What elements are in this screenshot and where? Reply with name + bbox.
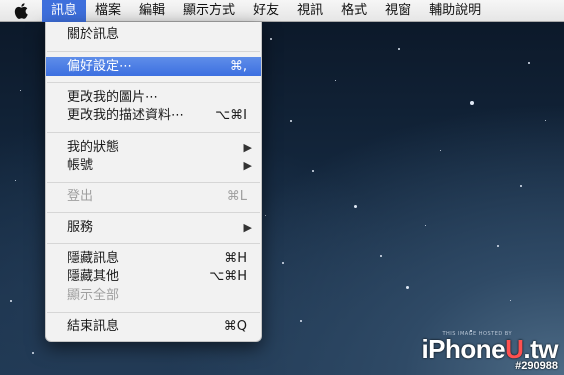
shortcut-label: ⌘H: [224, 251, 247, 266]
menu-item-label: 隱藏訊息: [67, 251, 120, 266]
menu-item-label: 偏好設定⋯: [67, 59, 133, 74]
menu-video[interactable]: 視訊: [288, 0, 332, 22]
menu-buddies[interactable]: 好友: [244, 0, 288, 22]
menu-item-label: 服務: [67, 220, 94, 235]
shortcut-label: ⌘,: [229, 59, 247, 74]
menu-item-quit[interactable]: 結束訊息 ⌘Q: [46, 317, 261, 336]
shortcut-label: ⌥⌘H: [209, 269, 247, 284]
menu-item-label: 更改我的描述資料⋯: [67, 108, 185, 123]
menu-file[interactable]: 檔案: [86, 0, 130, 22]
menu-item-label: 登出: [67, 189, 94, 204]
menu-item-label: 關於訊息: [67, 27, 120, 42]
shortcut-label: ⌘L: [226, 189, 247, 204]
submenu-arrow-icon: ▶: [243, 141, 252, 154]
menu-separator: [47, 243, 260, 244]
menu-view[interactable]: 顯示方式: [174, 0, 244, 22]
shortcut-label: ⌘Q: [223, 319, 247, 334]
menu-separator: [47, 82, 260, 83]
menu-separator: [47, 182, 260, 183]
menu-separator: [47, 212, 260, 213]
menu-item-show-all[interactable]: 顯示全部: [46, 286, 261, 305]
menu-window[interactable]: 視窗: [376, 0, 420, 22]
menu-item-label: 帳號: [67, 158, 94, 173]
menu-item-my-status[interactable]: 我的狀態 ▶: [46, 138, 261, 157]
menu-format[interactable]: 格式: [332, 0, 376, 22]
watermark-logo: iPhoneU.tw: [421, 334, 558, 364]
watermark: THIS IMAGE HOSTED BY iPhoneU.tw #290988: [421, 331, 558, 372]
watermark-logo-pre: iPhone: [421, 334, 506, 364]
menu-item-hide[interactable]: 隱藏訊息 ⌘H: [46, 249, 261, 268]
menu-item-accounts[interactable]: 帳號 ▶: [46, 156, 261, 175]
menu-help[interactable]: 輔助說明: [420, 0, 490, 22]
menu-item-about[interactable]: 關於訊息: [46, 25, 261, 44]
menu-messages[interactable]: 訊息: [42, 0, 87, 22]
menu-item-change-picture[interactable]: 更改我的圖片⋯: [46, 88, 261, 107]
menu-item-change-info[interactable]: 更改我的描述資料⋯ ⌥⌘I: [46, 106, 261, 125]
menu-edit[interactable]: 編輯: [130, 0, 174, 22]
menu-bar: 訊息 檔案 編輯 顯示方式 好友 視訊 格式 視窗 輔助說明: [0, 0, 564, 22]
menu-item-services[interactable]: 服務 ▶: [46, 218, 261, 237]
apple-icon[interactable]: [0, 0, 42, 22]
menu-item-label: 顯示全部: [67, 288, 120, 303]
messages-dropdown-menu: 關於訊息 偏好設定⋯ ⌘, 更改我的圖片⋯ 更改我的描述資料⋯ ⌥⌘I 我的狀態…: [45, 22, 262, 342]
menu-item-label: 我的狀態: [67, 140, 120, 155]
submenu-arrow-icon: ▶: [243, 221, 252, 234]
menu-item-logout[interactable]: 登出 ⌘L: [46, 187, 261, 206]
menu-separator: [47, 132, 260, 133]
menu-separator: [47, 51, 260, 52]
submenu-arrow-icon: ▶: [243, 159, 252, 172]
menu-item-label: 結束訊息: [67, 319, 120, 334]
menu-item-label: 隱藏其他: [67, 269, 120, 284]
menu-item-label: 更改我的圖片⋯: [67, 90, 159, 105]
menu-item-hide-others[interactable]: 隱藏其他 ⌥⌘H: [46, 267, 261, 286]
shortcut-label: ⌥⌘I: [215, 108, 247, 123]
menu-item-preferences[interactable]: 偏好設定⋯ ⌘,: [46, 57, 261, 76]
menu-separator: [47, 312, 260, 313]
